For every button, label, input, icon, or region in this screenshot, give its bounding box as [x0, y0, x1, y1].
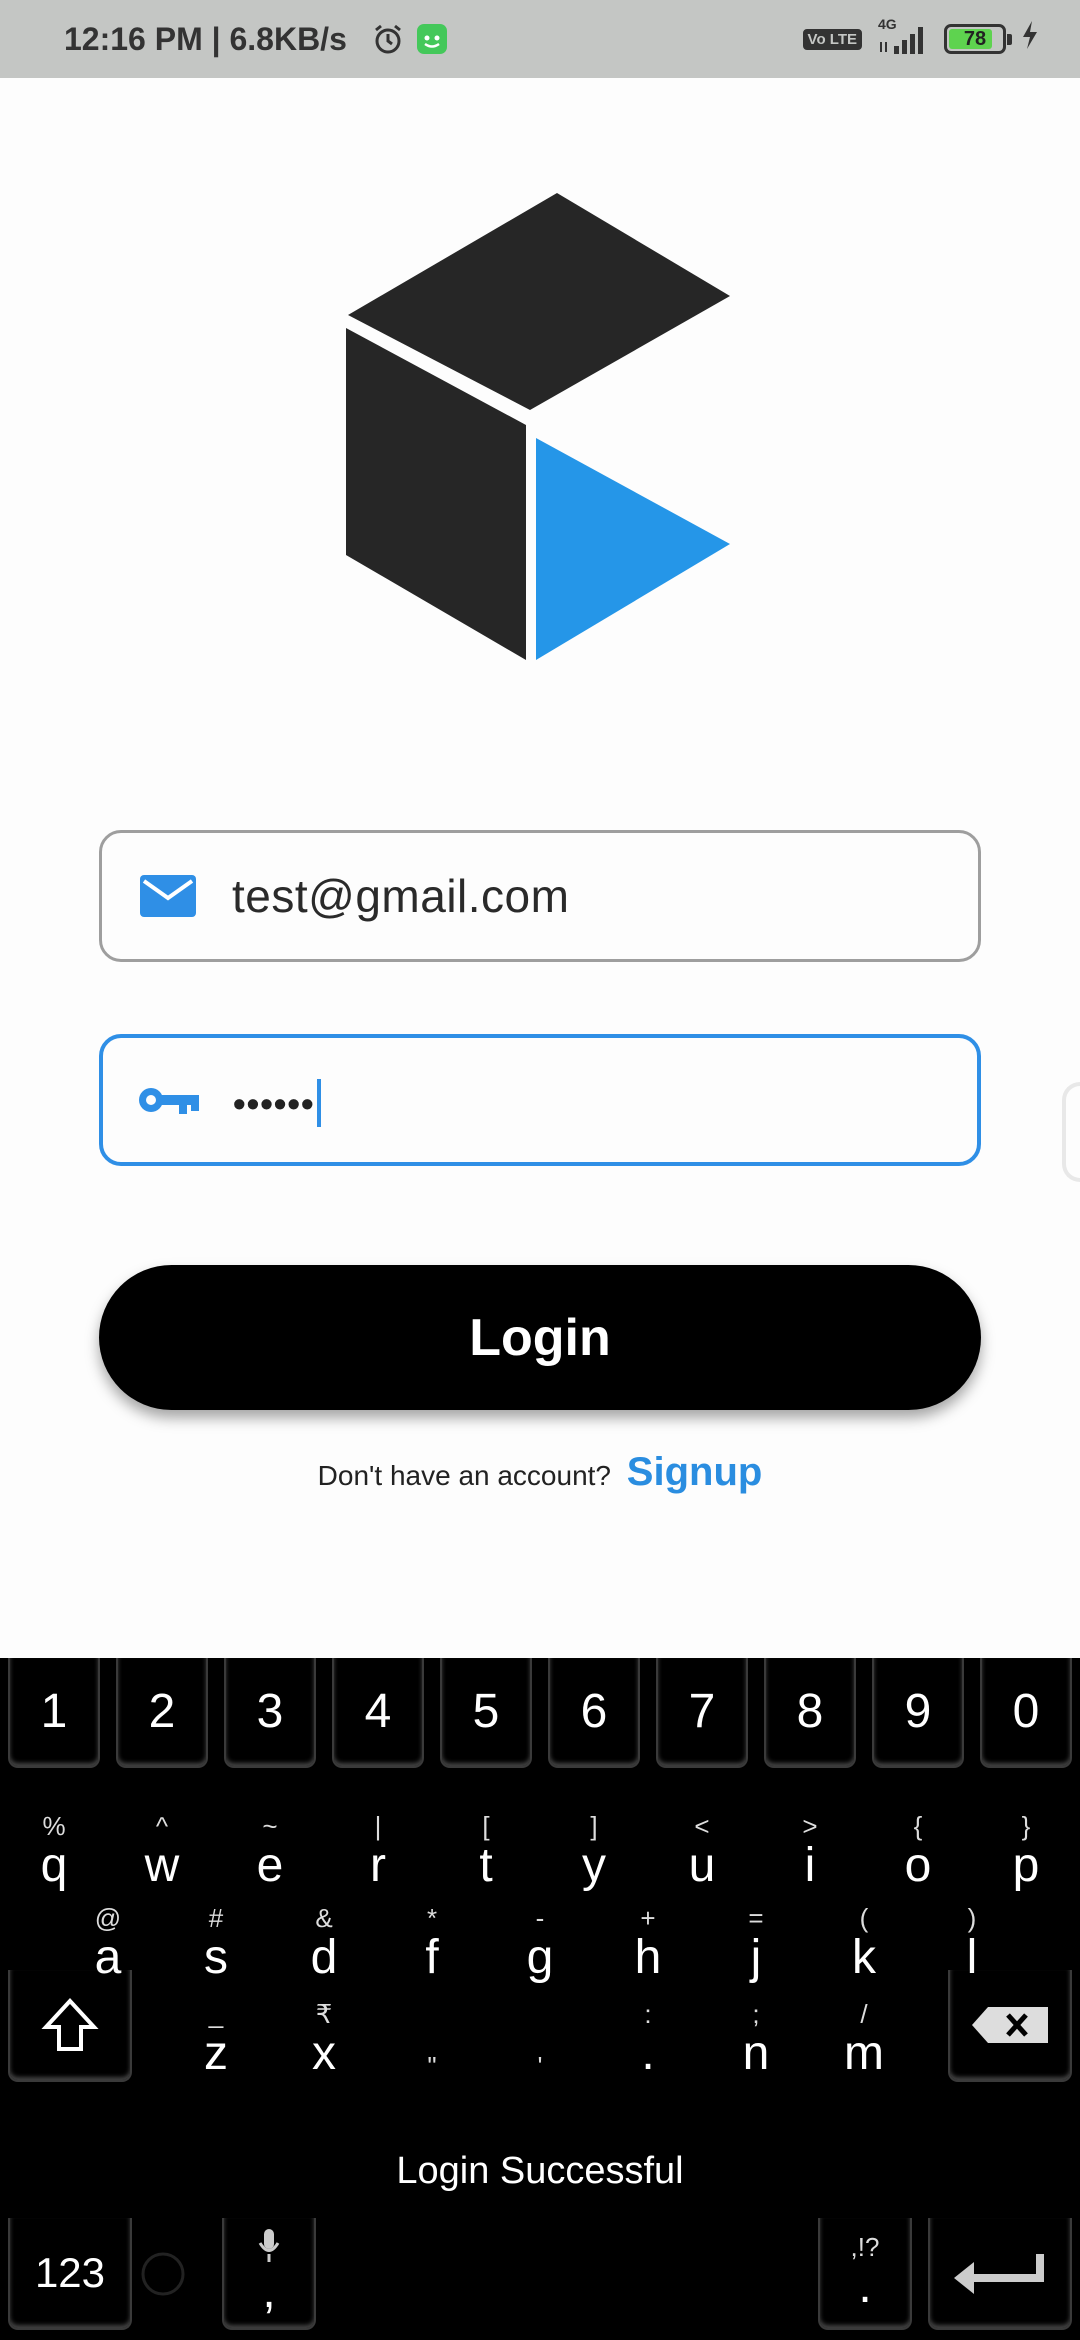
- key-l[interactable]: ) l: [918, 1880, 1026, 1984]
- key-0[interactable]: 0: [980, 1658, 1072, 1768]
- key-u[interactable]: < u: [648, 1788, 756, 1892]
- key-o[interactable]: {o: [864, 1788, 972, 1892]
- enter-key[interactable]: [928, 2218, 1072, 2330]
- key-f[interactable]: * f: [378, 1880, 486, 1984]
- key-d[interactable]: & d: [270, 1880, 378, 1984]
- shift-key[interactable]: [8, 1970, 132, 2082]
- symbols-key[interactable]: 123: [8, 2218, 132, 2330]
- comma-key[interactable]: ,: [222, 2218, 316, 2330]
- key-q[interactable]: % q: [0, 1788, 108, 1892]
- battery-icon: 78: [944, 24, 1012, 54]
- key-r[interactable]: | r: [324, 1788, 432, 1892]
- emoji-key[interactable]: [116, 2218, 210, 2330]
- volte-icon: Vo LTE: [802, 28, 862, 50]
- key-y[interactable]: ] y: [540, 1788, 648, 1892]
- key-p[interactable]: } p: [972, 1788, 1080, 1892]
- signup-link[interactable]: Signup: [627, 1450, 763, 1494]
- key-j[interactable]: = j: [702, 1880, 810, 1984]
- login-button[interactable]: Login: [99, 1265, 981, 1410]
- password-value: ••••••: [233, 1073, 321, 1128]
- space-key[interactable]: [326, 2218, 816, 2330]
- text-cursor: [316, 1079, 321, 1128]
- key-symbol-3[interactable]: ': [486, 1976, 594, 2080]
- key-n[interactable]: ; n: [702, 1976, 810, 2080]
- mail-icon: [136, 872, 200, 920]
- key-a[interactable]: @ a: [54, 1880, 162, 1984]
- signup-prompt: Don't have an account?: [317, 1460, 612, 1491]
- key-2[interactable]: 2: [116, 1658, 208, 1768]
- key-x[interactable]: ₹ x: [270, 1976, 378, 2080]
- toast-message: Login Successful: [396, 2150, 684, 2192]
- email-value: test@gmail.com: [232, 870, 570, 922]
- key-1[interactable]: 1: [8, 1658, 100, 1768]
- enter-icon: [954, 2254, 1044, 2294]
- alarm-clock-icon: [371, 22, 405, 56]
- key-m[interactable]: / m: [810, 1976, 918, 2080]
- key-i[interactable]: > i: [756, 1788, 864, 1892]
- backspace-icon: [972, 2007, 1048, 2043]
- key-g[interactable]: -g: [486, 1880, 594, 1984]
- app-logo: [346, 193, 730, 660]
- key-3[interactable]: 3: [224, 1658, 316, 1768]
- key-8[interactable]: 8: [764, 1658, 856, 1768]
- key-9[interactable]: 9: [872, 1658, 964, 1768]
- key-6[interactable]: 6: [548, 1658, 640, 1768]
- signal-icon: 4G: [876, 16, 930, 56]
- signup-row: Don't have an account? Signup: [0, 1450, 1080, 1495]
- backspace-key[interactable]: [948, 1970, 1072, 2082]
- status-time: 12:16 PM | 6.8KB/s: [64, 20, 347, 57]
- key-h[interactable]: + h: [594, 1880, 702, 1984]
- status-bar: 12:16 PM | 6.8KB/s Vo LTE 4G 78: [0, 0, 1080, 78]
- key-s[interactable]: # s: [162, 1880, 270, 1984]
- key-t[interactable]: [t: [432, 1788, 540, 1892]
- key-z[interactable]: _ z: [162, 1976, 270, 2080]
- email-field[interactable]: test@gmail.com: [99, 830, 981, 962]
- charging-icon: [1020, 20, 1040, 58]
- emoji-icon: [141, 2252, 185, 2296]
- key-symbol-2[interactable]: ": [378, 1976, 486, 2080]
- key-w[interactable]: ^ w: [108, 1788, 216, 1892]
- app-notification-icon: [415, 22, 449, 56]
- key-e[interactable]: ~ e: [216, 1788, 324, 1892]
- key-icon: [137, 1076, 201, 1124]
- edge-panel-handle[interactable]: [1062, 1082, 1080, 1182]
- key-.[interactable]: :.: [594, 1976, 702, 2080]
- network-type-label: 4G: [878, 16, 897, 32]
- key-4[interactable]: 4: [332, 1658, 424, 1768]
- password-field[interactable]: ••••••: [99, 1034, 981, 1166]
- period-key[interactable]: ,!? .: [818, 2218, 912, 2330]
- microphone-icon: [258, 2229, 280, 2262]
- key-k[interactable]: (k: [810, 1880, 918, 1984]
- key-7[interactable]: 7: [656, 1658, 748, 1768]
- shift-icon: [41, 1998, 99, 2051]
- keyboard: 1234567890 % q ^ w ~ e | r[t] y < u > i{o} p @ a # s & d * f…: [0, 1658, 1080, 2340]
- key-5[interactable]: 5: [440, 1658, 532, 1768]
- battery-level: 78: [963, 27, 987, 50]
